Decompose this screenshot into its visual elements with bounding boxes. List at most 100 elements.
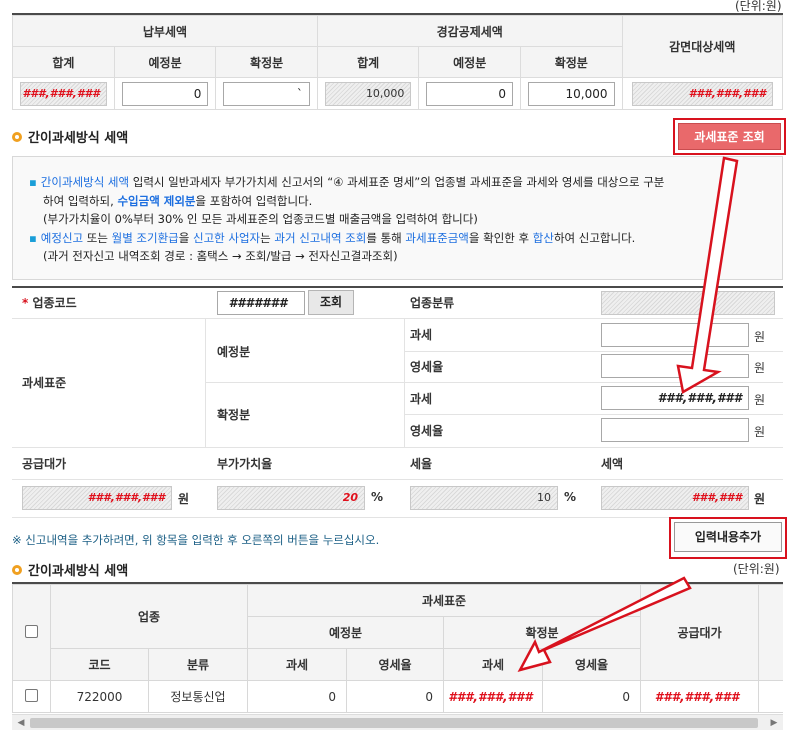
notice-text-3: (부가가치율이 0%부터 30% 인 모든 과세표준의 업종코드별 매출금액을 … <box>43 212 478 226</box>
prelim-taxable-input[interactable] <box>601 323 749 347</box>
prelim-taxable-label: 과세 <box>410 328 433 342</box>
row-checkbox[interactable] <box>25 688 38 702</box>
notice-4h: 를 통해 <box>366 230 406 245</box>
notice-4g: 과거 신고내역 조회 <box>274 230 367 245</box>
th-prelim-taxable: 과세 <box>247 648 347 681</box>
notice-4d: 을 <box>178 230 193 245</box>
notice-link-simple-tax: 간이과세방식 세액 <box>40 175 130 189</box>
notice-text-5: (과거 전자신고 내역조회 경로 : 홈택스 → 조회/발급 → 전자신고결과조… <box>43 249 398 263</box>
tax-amount-field: ###,### <box>601 486 749 510</box>
supply-field: ###,###,### <box>22 486 172 510</box>
notice-4j: 을 확인한 후 <box>468 230 533 245</box>
notice-4e: 신고한 사업자 <box>193 230 261 245</box>
section-title-text: 간이과세방식 세액 <box>28 131 129 146</box>
final-label: 확정분 <box>217 408 251 422</box>
section2-title: 간이과세방식 세액 <box>12 560 128 579</box>
prelim-zero-label: 영세율 <box>410 360 444 374</box>
notice-text-2b: 수입금액 제외분 <box>117 193 196 208</box>
vat-rate-field: 20 <box>217 486 365 510</box>
final-taxable-label: 과세 <box>410 392 433 406</box>
industry-code-input[interactable]: ####### <box>217 291 305 315</box>
header-deduction-tax: 경감공제세액 <box>316 15 623 47</box>
header-payable-tax: 납부세액 <box>12 15 318 47</box>
select-all-checkbox[interactable] <box>25 624 38 638</box>
payable-prelim-input[interactable]: 0 <box>121 81 209 106</box>
orange-bullet-icon <box>12 131 22 142</box>
won-unit-4: 원 <box>754 425 766 439</box>
th-code: 코드 <box>50 648 149 681</box>
cell-final-taxable: ###,###,### <box>443 680 543 713</box>
percent-unit-2: % <box>564 490 577 504</box>
select-all-cell <box>12 584 51 681</box>
section2-title-text: 간이과세방식 세액 <box>28 564 129 579</box>
notice-4l: 하여 신고합니다. <box>553 230 636 245</box>
header-total: 합계 <box>12 46 115 78</box>
industry-class-field <box>601 291 775 315</box>
unit-label-bottom: (단위:원) <box>733 562 780 576</box>
add-entry-button[interactable]: 입력내용추가 <box>674 522 782 552</box>
filed-items-table-wrap: 업종 과세표준 공급대가 예정분 확정분 코드 분류 과세 영세율 과세 영세율… <box>12 584 783 714</box>
vat-rate-label: 부가가치율 <box>217 457 273 471</box>
cell-class: 정보통신업 <box>148 680 248 713</box>
deduction-total-field: 10,000 <box>324 81 412 106</box>
input-form: * 업종코드 ####### 조회 업종분류 과세표준 예정분 확정분 과세 원… <box>12 288 783 518</box>
tax-rate-field: 10 <box>410 486 558 510</box>
industry-code-lookup-button[interactable]: 조회 <box>308 290 354 315</box>
notice-text-1: 입력시 일반과세자 부가가치세 신고서의 “④ 과세표준 명세”의 업종별 과세… <box>129 175 665 189</box>
th-final: 확정분 <box>442 616 642 649</box>
won-unit-1: 원 <box>754 330 766 344</box>
final-zero-label: 영세율 <box>410 424 444 438</box>
highlight-frame-add: 입력내용추가 <box>669 517 787 559</box>
table-row[interactable]: 722000 정보통신업 0 0 ###,###,### 0 ###,###,#… <box>12 680 783 713</box>
payable-final-input[interactable]: ` <box>223 81 310 106</box>
header-total-2: 합계 <box>316 46 420 78</box>
prelim-zero-input[interactable] <box>601 354 749 378</box>
industry-class-label: 업종분류 <box>410 296 455 310</box>
orange-bullet-icon-2 <box>12 564 22 575</box>
final-zero-input[interactable] <box>601 418 749 442</box>
won-unit-5: 원 <box>178 492 190 506</box>
header-final: 확정분 <box>215 46 318 78</box>
deduction-final-input[interactable]: 10,000 <box>527 81 615 106</box>
cell-final-zero: 0 <box>541 680 642 713</box>
won-unit-6: 원 <box>754 492 766 506</box>
tax-base-label: 과세표준 <box>22 376 67 390</box>
supply-label: 공급대가 <box>22 457 67 471</box>
notice-4f: 는 <box>260 230 275 245</box>
th-prelim: 예정분 <box>247 616 444 649</box>
scroll-left-icon[interactable]: ◀ <box>14 716 28 730</box>
filed-items-table: 업종 과세표준 공급대가 예정분 확정분 코드 분류 과세 영세율 과세 영세율… <box>12 584 783 713</box>
won-unit-2: 원 <box>754 361 766 375</box>
th-tax-base: 과세표준 <box>246 584 642 617</box>
highlight-frame-lookup: 과세표준 조회 <box>673 118 786 155</box>
notice-4b: 또는 <box>83 230 112 245</box>
header-prelim: 예정분 <box>113 46 217 78</box>
tax-summary-table: 납부세액 경감공제세액 감면대상세액 합계 예정분 확정분 합계 예정분 확정분… <box>12 15 784 110</box>
scroll-right-icon[interactable]: ▶ <box>767 716 781 730</box>
notice-4i: 과세표준금액 <box>405 230 469 245</box>
row-checkbox-cell <box>12 680 51 713</box>
tax-rate-label: 세율 <box>410 457 433 471</box>
add-hint-text: ※ 신고내역을 추가하려면, 위 항목을 입력한 후 오른쪽의 버튼을 누르십시… <box>12 533 380 547</box>
notice-4a: 예정신고 <box>40 230 84 245</box>
tax-base-lookup-button[interactable]: 과세표준 조회 <box>678 123 781 150</box>
th-final-zero: 영세율 <box>541 648 642 681</box>
th-prelim-zero: 영세율 <box>346 648 444 681</box>
tax-amount-label: 세액 <box>601 457 624 471</box>
header-prelim-2: 예정분 <box>418 46 521 78</box>
exempt-tax-field: ###,###,### <box>631 81 773 106</box>
cell-code: 722000 <box>50 680 149 713</box>
final-taxable-input[interactable]: ###,###,### <box>601 386 749 410</box>
notice-box: ▪ 간이과세방식 세액 입력시 일반과세자 부가가치세 신고서의 “④ 과세표준 … <box>12 156 783 280</box>
notice-text-2c: 을 포함하여 입력합니다. <box>195 193 313 208</box>
horizontal-scrollbar[interactable]: ◀ ▶ <box>12 714 783 730</box>
deduction-prelim-input[interactable]: 0 <box>426 81 513 106</box>
header-final-2: 확정분 <box>519 46 623 78</box>
industry-code-label: * 업종코드 <box>22 296 77 310</box>
notice-4c: 월별 조기환급 <box>111 230 179 245</box>
header-exempt-tax: 감면대상세액 <box>621 15 784 78</box>
cell-prelim-zero: 0 <box>346 680 444 713</box>
scrollbar-thumb[interactable] <box>30 718 758 728</box>
won-unit-3: 원 <box>754 393 766 407</box>
prelim-label: 예정분 <box>217 345 251 359</box>
